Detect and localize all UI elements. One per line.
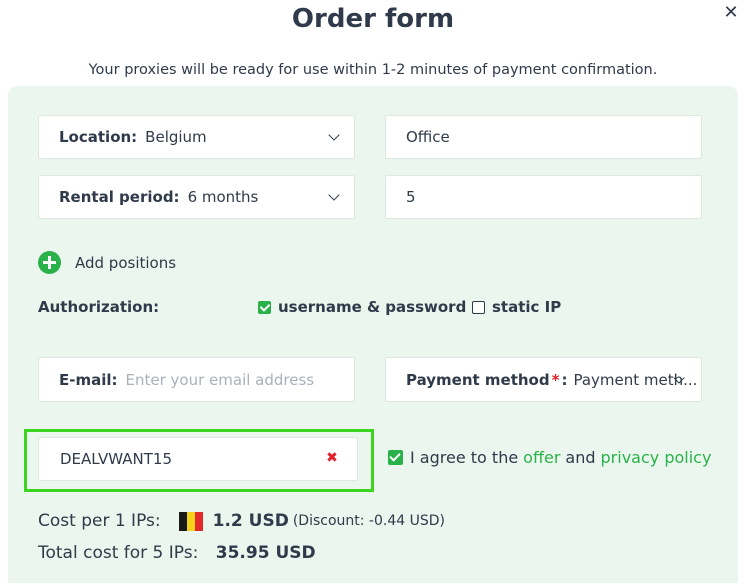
cost-per-ip-label: Cost per 1 IPs: bbox=[38, 511, 161, 531]
promo-code-highlight: DEALVWANT15 ✖ bbox=[24, 429, 374, 492]
agree-and: and bbox=[565, 448, 596, 467]
order-panel bbox=[8, 86, 738, 583]
agree-prefix: I agree to the bbox=[410, 448, 519, 467]
discount-text: (Discount: -0.44 USD) bbox=[292, 513, 445, 529]
chevron-down-icon bbox=[328, 189, 340, 201]
checkbox-unchecked-icon bbox=[472, 300, 485, 314]
clear-x-icon[interactable]: ✖ bbox=[325, 451, 339, 465]
total-cost-row: Total cost for 5 IPs: 35.95 USD bbox=[38, 543, 320, 563]
belgium-flag-icon bbox=[178, 511, 203, 531]
checkbox-checked-icon[interactable] bbox=[388, 450, 403, 465]
checkbox-checked-icon bbox=[258, 300, 271, 314]
required-mark: * bbox=[551, 370, 560, 389]
rental-period-value: 6 months bbox=[187, 188, 259, 206]
cost-per-ip-row: Cost per 1 IPs: 1.2 USD (Discount: -0.44… bbox=[38, 511, 445, 531]
add-positions-button[interactable]: Add positions bbox=[38, 251, 176, 274]
add-positions-label: Add positions bbox=[75, 253, 177, 272]
rental-period-select[interactable]: Rental period: 6 months bbox=[38, 175, 355, 219]
rental-period-label: Rental period: bbox=[59, 188, 180, 206]
proxy-name-input[interactable]: Office bbox=[385, 115, 702, 159]
chevron-down-icon bbox=[328, 129, 340, 141]
offer-link[interactable]: offer bbox=[523, 448, 560, 467]
email-label: E-mail: bbox=[59, 370, 118, 389]
agree-checkbox-row[interactable]: I agree to the offer and privacy policy bbox=[388, 448, 716, 467]
payment-method-select[interactable]: Payment method * : Payment meth... bbox=[385, 357, 702, 402]
authorization-label: Authorization: bbox=[38, 298, 160, 316]
total-cost-price: 35.95 USD bbox=[215, 543, 316, 563]
promo-code-value: DEALVWANT15 bbox=[60, 450, 173, 468]
email-field[interactable]: E-mail: Enter your email address bbox=[38, 357, 355, 402]
auth-option-label: static IP bbox=[492, 298, 562, 316]
location-label: Location: bbox=[59, 128, 138, 146]
page-title: Order form bbox=[291, 4, 455, 34]
proxy-name-value: Office bbox=[406, 128, 450, 146]
plus-circle-icon bbox=[38, 251, 61, 274]
quantity-input[interactable]: 5 bbox=[385, 175, 702, 219]
location-value: Belgium bbox=[145, 128, 207, 146]
subtitle: Your proxies will be ready for use withi… bbox=[88, 62, 658, 78]
quantity-value: 5 bbox=[406, 188, 416, 206]
email-placeholder: Enter your email address bbox=[125, 370, 315, 389]
privacy-policy-link[interactable]: privacy policy bbox=[601, 448, 712, 467]
auth-option-static-ip[interactable]: static IP bbox=[472, 298, 561, 316]
auth-option-label: username & password bbox=[278, 298, 467, 316]
promo-code-input[interactable]: DEALVWANT15 ✖ bbox=[38, 437, 358, 481]
close-icon[interactable]: ✕ bbox=[722, 4, 740, 22]
payment-method-label: Payment method bbox=[406, 370, 550, 389]
auth-option-username-password[interactable]: username & password bbox=[258, 298, 466, 316]
location-select[interactable]: Location: Belgium bbox=[38, 115, 355, 159]
payment-colon: : bbox=[561, 370, 568, 389]
cost-per-ip-price: 1.2 USD bbox=[212, 511, 289, 531]
total-cost-label: Total cost for 5 IPs: bbox=[38, 543, 199, 563]
